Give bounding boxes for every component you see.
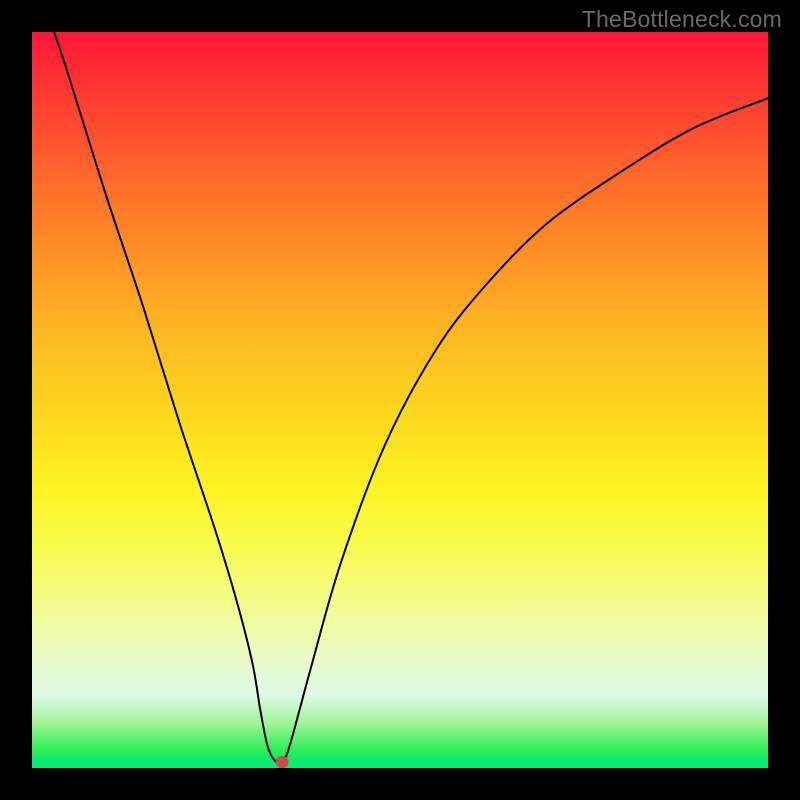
plot-area [32,32,768,768]
curve-svg [32,32,768,768]
chart-frame: TheBottleneck.com [0,0,800,800]
min-marker-icon [276,756,289,768]
bottleneck-curve [54,32,768,762]
watermark-text: TheBottleneck.com [582,6,782,33]
